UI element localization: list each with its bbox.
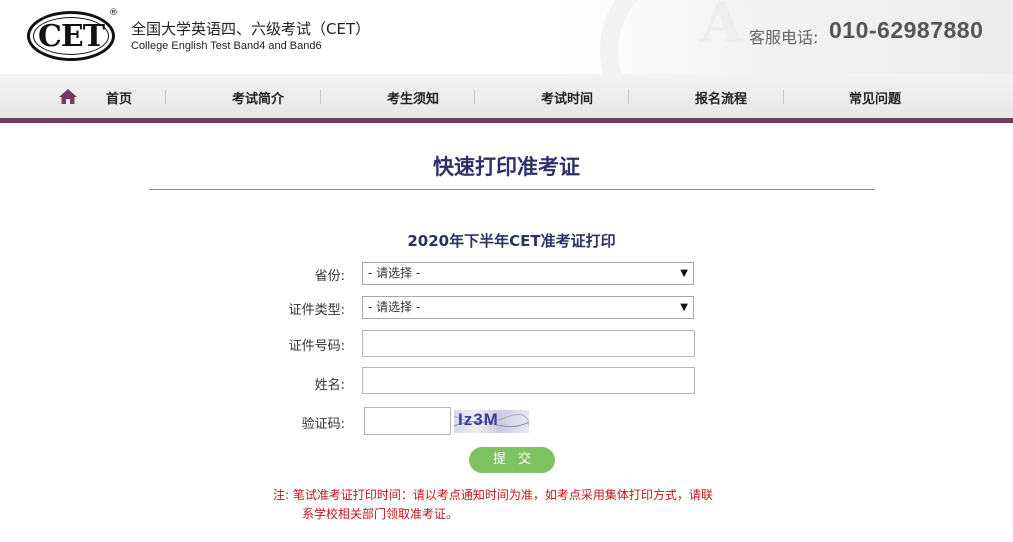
cet-logo[interactable]: CET (27, 11, 115, 61)
province-select-value: - 请选择 - (368, 266, 421, 280)
id-number-input[interactable] (362, 330, 695, 357)
form-title: 2020年下半年CET准考证打印 (407, 232, 616, 250)
header-watermark: A (700, 0, 744, 56)
province-select[interactable]: - 请选择 - ▼ (362, 262, 694, 285)
nav-divider (320, 90, 321, 104)
province-label: 省份: (314, 269, 345, 284)
site-title: 全国大学英语四、六级考试（CET） (131, 20, 371, 38)
nav-item-registration[interactable]: 报名流程 (695, 88, 747, 107)
nav-item-faq[interactable]: 常见问题 (849, 88, 901, 107)
print-note-line2: 系学校相关部门领取准考证。 (302, 507, 459, 521)
nav-divider (165, 90, 166, 104)
nav-item-notice[interactable]: 考生须知 (387, 88, 439, 107)
registered-mark: ® (109, 8, 118, 18)
hotline-label: 客服电话: (749, 28, 819, 47)
captcha-input[interactable] (364, 407, 451, 435)
captcha-image[interactable]: Iz3M (454, 410, 529, 433)
id-number-label: 证件号码: (288, 339, 345, 354)
logo-text: CET (37, 18, 105, 54)
captcha-text: Iz3M (458, 410, 499, 429)
nav-divider (628, 90, 629, 104)
captcha-label: 验证码: (301, 417, 345, 432)
id-type-select-value: - 请选择 - (368, 300, 421, 314)
site-subtitle: College English Test Band4 and Band6 (131, 40, 322, 52)
title-divider (149, 189, 875, 190)
nav-accent-bar (0, 118, 1013, 123)
print-note-line1: 注: 笔试准考证打印时间：请以考点通知时间为准，如考点采用集体打印方式，请联 (273, 488, 713, 502)
nav-divider (474, 90, 475, 104)
dropdown-arrow-icon: ▼ (680, 302, 688, 313)
name-label: 姓名: (314, 378, 345, 393)
dropdown-arrow-icon: ▼ (680, 268, 688, 279)
id-type-label: 证件类型: (288, 303, 345, 318)
id-type-select[interactable]: - 请选择 - ▼ (362, 296, 694, 319)
page-title: 快速打印准考证 (433, 155, 580, 179)
name-input[interactable] (362, 367, 695, 394)
nav-item-home[interactable]: 首页 (106, 88, 132, 107)
nav-divider (783, 90, 784, 104)
nav-item-schedule[interactable]: 考试时间 (541, 88, 593, 107)
submit-button[interactable]: 提交 (469, 447, 555, 473)
nav-item-intro[interactable]: 考试简介 (232, 88, 284, 107)
home-icon[interactable] (59, 89, 77, 104)
hotline-number: 010-62987880 (829, 17, 984, 43)
